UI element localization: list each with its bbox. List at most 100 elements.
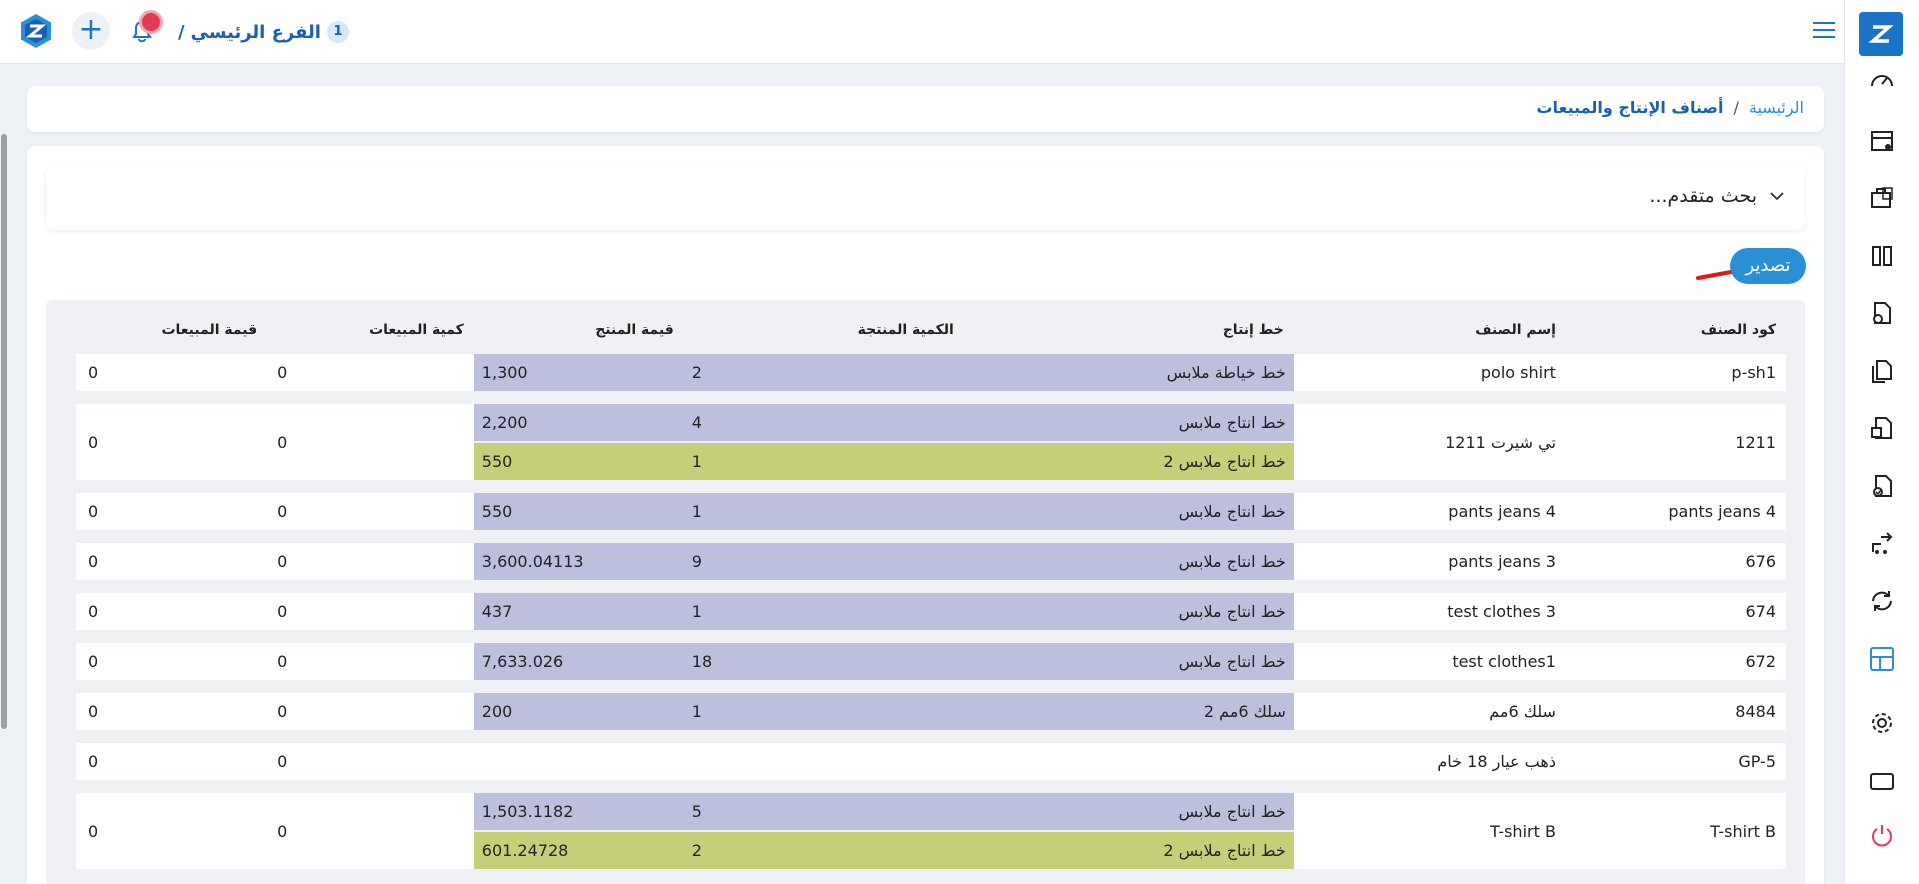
data-table-container: كود الصنف إسم الصنف خط إنتاج الكمية المن… — [46, 300, 1805, 884]
line-qty: 1 — [691, 602, 702, 621]
line-qty: 5 — [691, 802, 702, 821]
box-icon[interactable] — [1869, 415, 1895, 441]
branch-selector[interactable]: 1 الفرع الرئيسي / — [178, 18, 349, 46]
line-qty: 1 — [691, 502, 702, 521]
cell-code: T-shirt B — [1565, 793, 1786, 869]
col-header-name: إسم الصنف — [1475, 322, 1556, 338]
table-row[interactable]: 674 test clothes 3 خط انتاج ملابس 1 437 0 0 — [76, 593, 1786, 630]
cell-name: سلك 6مم — [1293, 693, 1566, 730]
cell-code: 674 — [1565, 593, 1786, 630]
breadcrumb-card: الرئيسية / أصناف الإنتاج والمبيعات — [27, 86, 1824, 132]
table-row[interactable]: 8484 سلك 6مم سلك 6مم 2 1 200 0 0 — [76, 693, 1786, 730]
line-value: 1,300 — [481, 363, 528, 382]
cell-code: pants jeans 4 — [1565, 493, 1786, 530]
gear-icon[interactable] — [1869, 710, 1895, 736]
cell-production-lines: خط انتاج ملابس 4 2,200 خط انتاج ملابس 2 1 550 — [473, 404, 1294, 480]
power-icon[interactable] — [1869, 822, 1895, 848]
line-qty: 9 — [691, 552, 702, 571]
cell-sales-value: 0 — [76, 793, 268, 869]
hamburger-icon[interactable] — [1813, 22, 1835, 40]
export-button[interactable]: تصدير — [1730, 248, 1806, 284]
breadcrumb-home-link[interactable]: الرئيسية — [1749, 98, 1804, 117]
advanced-search-panel[interactable]: بحث متقدم... — [46, 166, 1805, 230]
cell-production-lines: خط انتاج ملابس 5 1,503.1182 خط انتاج ملابس … — [473, 793, 1294, 869]
cell-name: T-shirt B — [1293, 793, 1566, 869]
production-line-row: خط انتاج ملابس 5 1,503.1182 — [473, 793, 1294, 830]
store-icon[interactable] — [1869, 128, 1895, 154]
breadcrumb-current: أصناف الإنتاج والمبيعات — [1536, 98, 1724, 117]
cell-sales-value: 0 — [76, 643, 268, 680]
line-value: 550 — [481, 502, 513, 521]
cell-sales-value: 0 — [76, 354, 268, 391]
line-qty: 2 — [691, 841, 702, 860]
table-row[interactable]: p-sh1 polo shirt خط خياطة ملابس 2 1,300 0 0 — [76, 354, 1786, 391]
sync-icon[interactable] — [1869, 588, 1895, 614]
line-value: 550 — [481, 452, 513, 471]
table-header-row: كود الصنف إسم الصنف خط إنتاج الكمية المن… — [76, 313, 1786, 341]
app-logo-icon[interactable] — [18, 13, 54, 49]
cell-code: 1211 — [1565, 404, 1786, 480]
table-row[interactable]: GP-5 ذهب عيار 18 خام 0 0 — [76, 743, 1786, 780]
cell-sales-qty: 0 — [267, 693, 474, 730]
columns-icon[interactable] — [1869, 243, 1895, 269]
production-line-row: خط انتاج ملابس 18 7,633.026 — [473, 643, 1294, 680]
cell-sales-value: 0 — [76, 543, 268, 580]
check-document-icon[interactable] — [1869, 473, 1895, 499]
line-value: 200 — [481, 702, 513, 721]
table-row[interactable]: 676 pants jeans 3 خط انتاج ملابس 9 3,600.041… — [76, 543, 1786, 580]
table-row[interactable]: pants jeans 4 pants jeans 4 خط انتاج ملابس… — [76, 493, 1786, 530]
add-button[interactable]: + — [72, 12, 110, 50]
cell-name: ذهب عيار 18 خام — [1293, 743, 1566, 780]
page-scrollbar[interactable] — [0, 64, 8, 884]
monitor-icon[interactable] — [1869, 768, 1895, 794]
page-scrollbar-thumb[interactable] — [1, 134, 7, 729]
cell-sales-value: 0 — [76, 743, 268, 780]
col-header-code: كود الصنف — [1700, 322, 1776, 338]
sidebar — [1844, 0, 1919, 884]
branch-number: 1 — [326, 21, 349, 43]
cell-code: p-sh1 — [1565, 354, 1786, 391]
line-value: 7,633.026 — [481, 652, 564, 671]
cell-sales-value: 0 — [76, 593, 268, 630]
col-header-product-value: قيمة المنتج — [595, 322, 674, 338]
table-row[interactable]: 1211 تي شيرت 1211 خط انتاج ملابس 4 2,200 خط ا… — [76, 404, 1786, 480]
cell-sales-qty: 0 — [267, 793, 474, 869]
col-header-produced-qty: الكمية المنتجة — [857, 322, 954, 338]
line-name: سلك 6مم 2 — [1203, 702, 1286, 721]
col-header-line: خط إنتاج — [1222, 322, 1284, 338]
production-line-row: سلك 6مم 2 1 200 — [473, 693, 1294, 730]
cell-name: تي شيرت 1211 — [1293, 404, 1566, 480]
production-sales-table: كود الصنف إسم الصنف خط إنتاج الكمية المن… — [76, 300, 1786, 882]
cell-sales-qty: 0 — [267, 404, 474, 480]
line-qty: 1 — [691, 702, 702, 721]
cell-production-lines: خط انتاج ملابس 1 437 — [473, 593, 1294, 630]
line-qty: 4 — [691, 413, 702, 432]
transfer-icon[interactable] — [1869, 530, 1895, 556]
files-icon[interactable] — [1869, 358, 1895, 384]
main-card: بحث متقدم... تصدير كود الصنف إسم الصنف خ… — [27, 146, 1824, 884]
cell-sales-qty: 0 — [267, 543, 474, 580]
layout-icon[interactable] — [1869, 646, 1895, 672]
briefcase-icon[interactable] — [1869, 185, 1895, 211]
chevron-down-icon[interactable] — [1769, 190, 1785, 202]
cell-sales-qty: 0 — [267, 493, 474, 530]
production-line-row: خط انتاج ملابس 1 437 — [473, 593, 1294, 630]
cell-production-lines: خط انتاج ملابس 1 550 — [473, 493, 1294, 530]
sidebar-logo-icon[interactable] — [1859, 12, 1903, 56]
production-line-row: خط انتاج ملابس 2 2 601.24728 — [473, 832, 1294, 869]
document-icon[interactable] — [1869, 300, 1895, 326]
notification-badge[interactable] — [139, 10, 163, 34]
table-row[interactable]: 672 test clothes1 خط انتاج ملابس 18 7,633.02… — [76, 643, 1786, 680]
col-header-sales-value: قيمة المبيعات — [161, 322, 258, 338]
production-line-row: خط انتاج ملابس 2 1 550 — [473, 443, 1294, 480]
cell-production-lines — [473, 743, 1294, 780]
speedometer-icon[interactable] — [1869, 68, 1895, 94]
table-row[interactable]: T-shirt B T-shirt B خط انتاج ملابس 5 1,503.1… — [76, 793, 1786, 869]
production-line-row: خط انتاج ملابس 9 3,600.04113 — [473, 543, 1294, 580]
line-name: خط انتاج ملابس — [1178, 413, 1286, 432]
branch-separator: / — [178, 21, 185, 43]
cell-sales-qty: 0 — [267, 643, 474, 680]
cell-production-lines: خط انتاج ملابس 9 3,600.04113 — [473, 543, 1294, 580]
cell-sales-value: 0 — [76, 693, 268, 730]
line-name: خط انتاج ملابس — [1178, 602, 1286, 621]
